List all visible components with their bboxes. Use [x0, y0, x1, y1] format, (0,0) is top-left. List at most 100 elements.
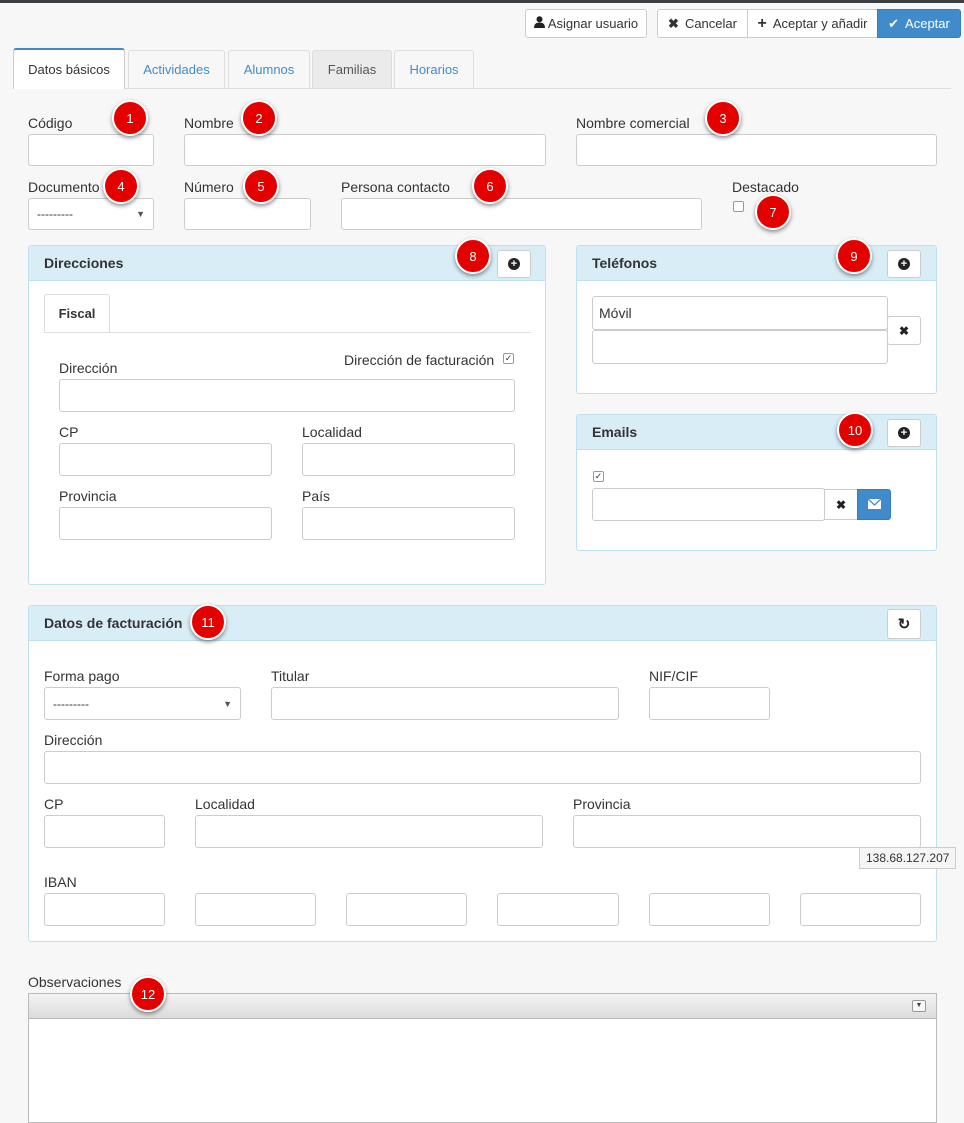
annotation-badge-11: 11: [190, 604, 226, 640]
annotation-badge-5: 5: [243, 168, 279, 204]
nombre-comercial-label: Nombre comercial: [576, 115, 690, 131]
annotation-badge-7: 7: [755, 194, 791, 230]
accept-and-add-button[interactable]: + Aceptar y añadir: [747, 9, 878, 38]
observaciones-editor[interactable]: ▼: [28, 993, 937, 1123]
nif-label: NIF/CIF: [649, 668, 698, 684]
annotation-badge-8: 8: [455, 238, 491, 274]
pais-label: País: [302, 488, 331, 504]
documento-select[interactable]: --------- ▼: [28, 198, 154, 230]
editor-collapse-icon[interactable]: ▼: [912, 1000, 926, 1012]
annotation-badge-10: 10: [837, 412, 873, 448]
codigo-input[interactable]: [28, 134, 154, 166]
plus-circle-icon: +: [898, 258, 910, 270]
fact-localidad-input[interactable]: [195, 815, 543, 848]
numero-input[interactable]: [184, 198, 311, 230]
facturacion-header: Datos de facturación: [29, 606, 936, 641]
direcciones-panel: Direcciones + Fiscal Dirección de factur…: [28, 245, 546, 585]
iban-label: IBAN: [44, 874, 77, 890]
add-direccion-button[interactable]: +: [497, 250, 531, 278]
email-checkbox[interactable]: ✓: [593, 471, 604, 482]
tab-familias[interactable]: Familias: [312, 50, 392, 88]
annotation-badge-3: 3: [705, 100, 741, 136]
telefonos-panel: Teléfonos + Móvil ✖: [576, 245, 937, 394]
telefono-numero-input[interactable]: [592, 330, 888, 364]
forma-pago-label: Forma pago: [44, 668, 120, 684]
annotation-badge-2: 2: [241, 100, 277, 136]
accept-button[interactable]: ✔ Aceptar: [877, 9, 961, 38]
titular-input[interactable]: [271, 687, 619, 720]
direccion-input[interactable]: [59, 379, 515, 412]
ip-tooltip: 138.68.127.207: [859, 847, 956, 869]
annotation-badge-1: 1: [112, 100, 148, 136]
cp-input[interactable]: [59, 443, 272, 476]
facturacion-checkbox[interactable]: ✓: [503, 353, 514, 364]
localidad-input[interactable]: [302, 443, 515, 476]
fiscal-tab-divider: [44, 332, 531, 333]
persona-contacto-label: Persona contacto: [341, 179, 450, 195]
titular-label: Titular: [271, 668, 310, 684]
fact-cp-label: CP: [44, 796, 64, 812]
fact-provincia-label: Provincia: [573, 796, 631, 812]
close-icon: ✖: [668, 15, 679, 31]
forma-pago-select[interactable]: --------- ▼: [44, 687, 241, 720]
telefonos-header: Teléfonos: [577, 246, 936, 281]
annotation-badge-4: 4: [103, 168, 139, 204]
envelope-icon: [867, 498, 881, 512]
facturacion-panel: Datos de facturación ↻ Forma pago ------…: [28, 605, 937, 942]
fact-provincia-input[interactable]: [573, 815, 921, 848]
pais-input[interactable]: [302, 507, 515, 540]
tab-alumnos[interactable]: Alumnos: [228, 50, 310, 88]
tab-fiscal[interactable]: Fiscal: [44, 294, 110, 332]
cp-label: CP: [59, 424, 79, 440]
iban-input-2[interactable]: [195, 893, 316, 926]
fact-direccion-input[interactable]: [44, 751, 921, 784]
email-input[interactable]: [592, 488, 825, 521]
numero-label: Número: [184, 179, 234, 195]
caret-down-icon: ▼: [223, 698, 232, 709]
iban-input-5[interactable]: [649, 893, 770, 926]
iban-input-1[interactable]: [44, 893, 165, 926]
iban-input-3[interactable]: [346, 893, 467, 926]
nombre-input[interactable]: [184, 134, 546, 166]
add-telefono-button[interactable]: +: [887, 250, 921, 278]
destacado-checkbox[interactable]: [733, 201, 744, 212]
nombre-comercial-input[interactable]: [576, 134, 937, 166]
assign-user-button[interactable]: Asignar usuario: [525, 9, 647, 38]
plus-circle-icon: +: [508, 258, 520, 270]
telefono-tipo-input[interactable]: Móvil: [592, 296, 888, 330]
observaciones-label: Observaciones: [28, 974, 122, 990]
refresh-icon: ↻: [897, 616, 911, 633]
emails-header: Emails: [577, 415, 936, 450]
tab-divider: [13, 88, 951, 89]
close-icon: ✖: [835, 497, 847, 512]
remove-telefono-button[interactable]: ✖: [887, 316, 921, 345]
nif-input[interactable]: [649, 687, 770, 720]
tab-actividades[interactable]: Actividades: [128, 50, 225, 88]
documento-label: Documento: [28, 179, 100, 195]
fact-cp-input[interactable]: [44, 815, 165, 848]
send-email-button[interactable]: [857, 489, 891, 520]
close-icon: ✖: [898, 323, 910, 338]
annotation-badge-9: 9: [836, 238, 872, 274]
annotation-badge-12: 12: [130, 976, 166, 1012]
tab-horarios[interactable]: Horarios: [394, 50, 474, 88]
iban-input-4[interactable]: [497, 893, 619, 926]
persona-contacto-input[interactable]: [341, 198, 702, 230]
fact-localidad-label: Localidad: [195, 796, 255, 812]
direccion-label: Dirección: [59, 360, 118, 376]
top-bar: [0, 0, 964, 3]
user-icon: [533, 16, 545, 31]
annotation-badge-6: 6: [472, 168, 508, 204]
emails-panel: Emails + ✓ ✖: [576, 414, 937, 551]
cancel-button[interactable]: ✖ Cancelar: [657, 9, 748, 38]
localidad-label: Localidad: [302, 424, 362, 440]
refresh-facturacion-button[interactable]: ↻: [887, 609, 921, 639]
remove-email-button[interactable]: ✖: [824, 489, 858, 520]
provincia-input[interactable]: [59, 507, 272, 540]
iban-input-6[interactable]: [800, 893, 921, 926]
check-icon: ✔: [888, 15, 900, 31]
tab-datos-basicos[interactable]: Datos básicos: [13, 48, 125, 89]
add-email-button[interactable]: +: [887, 419, 921, 447]
facturacion-checkbox-label: Dirección de facturación: [344, 352, 495, 368]
codigo-label: Código: [28, 115, 73, 131]
